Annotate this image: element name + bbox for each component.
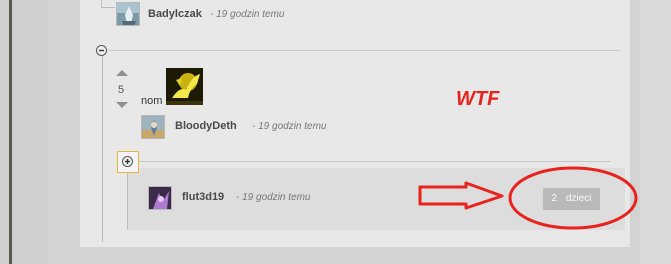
annotation-circle [508,166,638,230]
annotation-overlay [418,166,638,230]
right-arrow-icon [418,181,504,210]
